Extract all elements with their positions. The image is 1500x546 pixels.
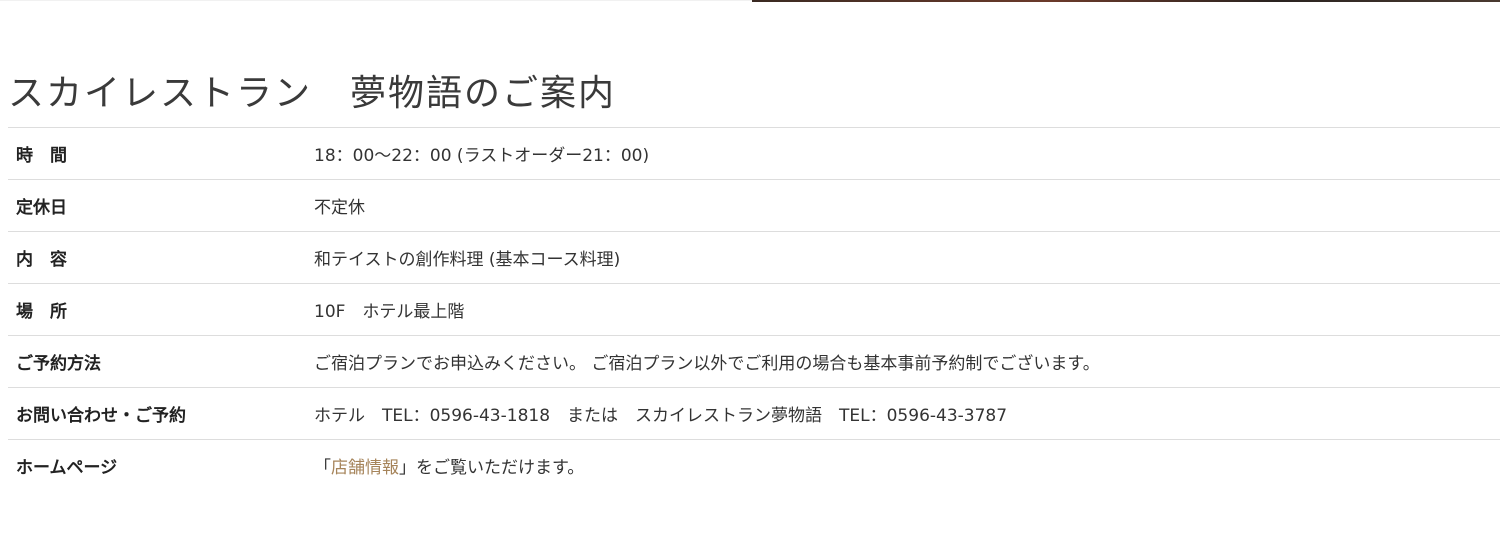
closed-days-label: 定休日: [16, 198, 67, 218]
info-row-reservation-method: ご予約方法 ご宿泊プランでお申込みください。 ご宿泊プラン以外でご利用の場合も基…: [8, 336, 1500, 388]
top-divider: [0, 0, 752, 1]
restaurant-info-section: スカイレストラン 夢物語のご案内 時 間 18：00〜22：00 (ラストオーダ…: [8, 66, 1500, 491]
content-value: 和テイストの創作料理 (基本コース料理): [314, 250, 621, 270]
homepage-value: 「店舗情報」をご覧いただけます。: [306, 453, 1500, 478]
closed-days-value: 不定休: [314, 198, 365, 218]
info-row-content: 内 容 和テイストの創作料理 (基本コース料理): [8, 232, 1500, 284]
info-table: 時 間 18：00〜22：00 (ラストオーダー21：00) 定休日 不定休 内…: [8, 127, 1500, 491]
hours-value: 18：00〜22：00 (ラストオーダー21：00): [314, 146, 650, 166]
reservation-method-value: ご宿泊プランでお申込みください。 ご宿泊プラン以外でご利用の場合も基本事前予約制…: [314, 354, 1100, 374]
location-value: 10F ホテル最上階: [314, 302, 465, 322]
info-row-location: 場 所 10F ホテル最上階: [8, 284, 1500, 336]
contact-label: お問い合わせ・ご予約: [16, 406, 186, 426]
store-info-link[interactable]: 店舗情報: [331, 458, 399, 478]
info-row-hours: 時 間 18：00〜22：00 (ラストオーダー21：00): [8, 128, 1500, 180]
content-label: 内 容: [16, 250, 67, 270]
hours-label: 時 間: [16, 146, 67, 166]
homepage-suffix: 」をご覧いただけます。: [399, 458, 585, 478]
info-row-closed-days: 定休日 不定休: [8, 180, 1500, 232]
reservation-method-label: ご予約方法: [16, 354, 101, 374]
info-row-homepage: ホームページ 「店舗情報」をご覧いただけます。: [8, 440, 1500, 491]
info-row-contact: お問い合わせ・ご予約 ホテル TEL：0596-43-1818 または スカイレ…: [8, 388, 1500, 440]
homepage-prefix: 「: [314, 458, 331, 478]
location-label: 場 所: [16, 302, 67, 322]
homepage-label: ホームページ: [16, 458, 118, 478]
section-title: スカイレストラン 夢物語のご案内: [8, 73, 617, 114]
contact-value: ホテル TEL：0596-43-1818 または スカイレストラン夢物語 TEL…: [314, 406, 1008, 426]
hero-image-bottom-edge: [752, 0, 1500, 2]
